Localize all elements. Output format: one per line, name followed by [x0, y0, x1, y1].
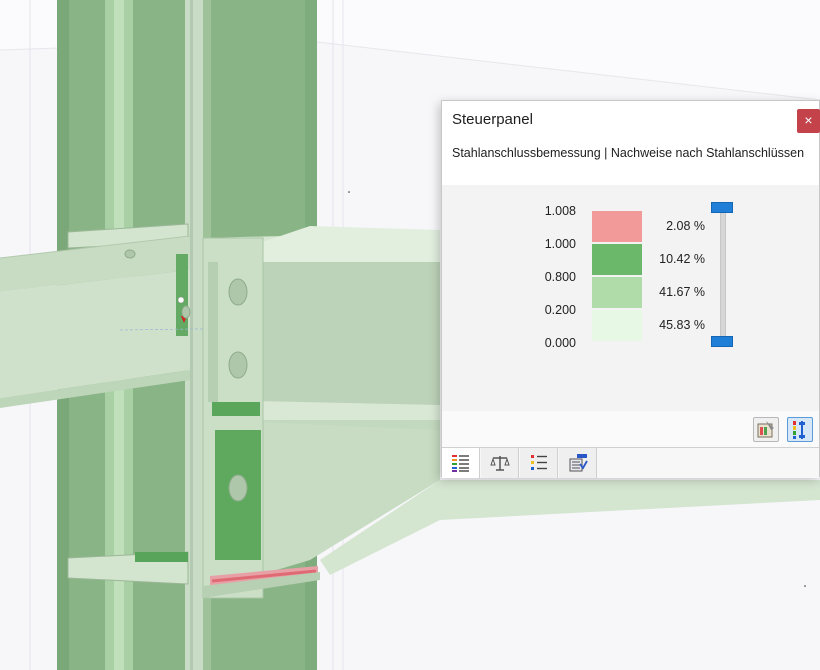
- panel-titlebar[interactable]: Steuerpanel ×: [442, 101, 820, 139]
- color-scale-settings-button[interactable]: [753, 417, 779, 442]
- legend-row: 41.67 %: [442, 277, 705, 308]
- color-spectrum-icon: [793, 421, 805, 439]
- legend-percent: 45.83 %: [659, 318, 705, 332]
- color-legend: 1.008 1.000 0.800 0.200 0.000 2.08 % 10.…: [442, 185, 819, 411]
- legend-swatch: [592, 244, 642, 275]
- color-spectrum-button[interactable]: [787, 417, 813, 442]
- legend-percent: 2.08 %: [666, 219, 705, 233]
- control-panel[interactable]: Steuerpanel × Stahlanschlussbemessung | …: [441, 100, 820, 478]
- legend-percent: 10.42 %: [659, 252, 705, 266]
- legend-row: 10.42 %: [442, 244, 705, 275]
- tab-list[interactable]: [520, 448, 558, 478]
- panel-subtitle: Stahlanschlussbemessung | Nachweise nach…: [452, 146, 805, 160]
- legend-percent: 41.67 %: [659, 285, 705, 299]
- legend-swatch: [592, 211, 642, 242]
- legend-row: 2.08 %: [442, 211, 705, 242]
- color-scale-settings-icon: [757, 421, 774, 438]
- tab-design-check[interactable]: [559, 448, 597, 478]
- color-legend-icon: [452, 455, 469, 472]
- range-slider-max-handle[interactable]: [711, 202, 733, 213]
- panel-toolbar: [442, 411, 819, 447]
- range-slider-track[interactable]: [720, 207, 726, 343]
- list-icon: [531, 455, 547, 470]
- design-check-icon: [569, 454, 588, 472]
- panel-tabbar: [442, 447, 819, 478]
- tab-balance[interactable]: [481, 448, 519, 478]
- legend-swatch: [592, 310, 642, 341]
- close-button[interactable]: ×: [797, 109, 820, 133]
- tab-color-legend[interactable]: [442, 448, 480, 478]
- balance-scale-icon: [490, 456, 510, 471]
- legend-row: 45.83 %: [442, 310, 705, 341]
- legend-swatch: [592, 277, 642, 308]
- range-slider-min-handle[interactable]: [711, 336, 733, 347]
- panel-title: Steuerpanel: [452, 111, 533, 128]
